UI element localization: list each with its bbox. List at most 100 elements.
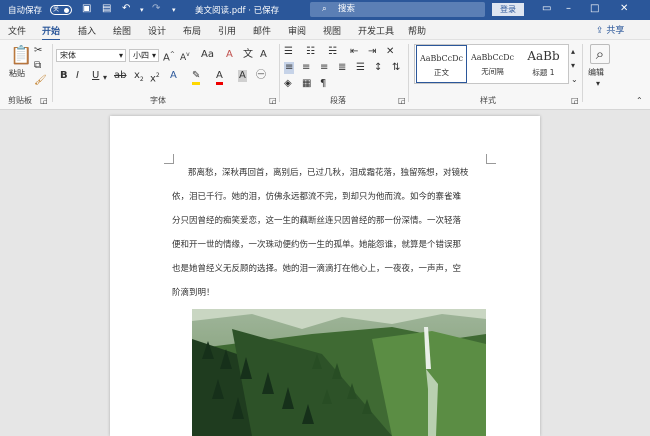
- maximize-icon[interactable]: □: [590, 3, 599, 14]
- redo-icon[interactable]: ↷: [152, 3, 160, 14]
- save-icon[interactable]: ▣: [82, 3, 91, 14]
- tab-mailings[interactable]: 邮件: [253, 24, 271, 37]
- tab-view[interactable]: 视图: [323, 24, 341, 37]
- divider: [582, 44, 583, 102]
- change-case-icon[interactable]: Aa: [201, 49, 214, 61]
- ribbon-home: 📋 粘贴 ✂ ⧉ 🖌 剪贴板 ◲ 宋体 ▾ 小四 ▾ A^ Av Aa A 文 A …: [0, 40, 650, 110]
- style-normal[interactable]: AaBbCcDc 正文: [416, 45, 467, 83]
- page-icon[interactable]: ▤: [102, 3, 111, 14]
- copy-icon[interactable]: ⧉: [34, 60, 41, 72]
- cut-icon[interactable]: ✂: [34, 45, 42, 57]
- font-name-select[interactable]: 宋体 ▾: [56, 49, 126, 62]
- text-line[interactable]: 也是她曾经义无反顾的选择。她的泪一滴滴打在他心上，一夜夜，一声声，空: [172, 262, 461, 274]
- font-color-icon[interactable]: A: [216, 70, 223, 85]
- title-bar: 自动保存 关 ▣ ▤ ↶ ▾ ↷ ▾ 美文阅读.pdf · 已保存 ⌕ 搜索 登…: [0, 0, 650, 20]
- tab-help[interactable]: 帮助: [408, 24, 426, 37]
- clipboard-launcher-icon[interactable]: ◲: [40, 95, 48, 107]
- chevron-down-icon[interactable]: ▾: [103, 72, 107, 84]
- highlight-icon[interactable]: ✎: [192, 70, 201, 85]
- style-sample: AaBbCcDc: [419, 54, 464, 63]
- style-heading1[interactable]: AaBb 标题 1: [518, 45, 569, 83]
- landscape-image[interactable]: [192, 309, 486, 436]
- login-button[interactable]: 登录: [492, 3, 524, 16]
- autosave-label: 自动保存: [8, 6, 43, 16]
- distributed-icon[interactable]: ☰: [356, 62, 365, 74]
- char-border-icon[interactable]: A: [260, 49, 267, 61]
- style-sample: AaBbCcDc: [470, 53, 515, 62]
- tab-design[interactable]: 设计: [148, 24, 166, 37]
- text-line[interactable]: 那离愁，深秋再回首，离别后，已过几秋，泪成霜花落，独留殇想，对镜枝: [188, 166, 469, 178]
- superscript-icon[interactable]: x2: [150, 70, 160, 85]
- tab-draw[interactable]: 绘图: [113, 24, 131, 37]
- text-effects-icon[interactable]: A: [170, 70, 177, 82]
- phonetic-guide-icon[interactable]: 文: [243, 49, 253, 61]
- tab-review[interactable]: 审阅: [288, 24, 306, 37]
- style-sample: AaBb: [527, 49, 560, 63]
- shrink-font-icon[interactable]: Av: [180, 49, 190, 64]
- grow-font-icon[interactable]: A^: [163, 49, 175, 64]
- font-size-select[interactable]: 小四 ▾: [129, 49, 159, 62]
- undo-dropdown-icon[interactable]: ▾: [140, 6, 144, 14]
- decrease-indent-icon[interactable]: ⇤: [350, 46, 358, 58]
- editing-icon[interactable]: ⌕: [590, 44, 610, 64]
- styles-scroll-down-icon[interactable]: ▾: [571, 60, 575, 72]
- clipboard-group-label: 剪贴板: [8, 96, 32, 105]
- enclose-char-icon[interactable]: ㊀: [256, 70, 266, 82]
- text-line[interactable]: 依，泪已千行。她的泪，仿佛永远都流不完，到却只为他而流。如今的寨雀难: [172, 190, 461, 202]
- align-center-icon[interactable]: ≡: [302, 62, 310, 74]
- paste-icon[interactable]: 📋: [10, 46, 32, 66]
- text-line[interactable]: 分只因曾经的痴笑爱恋，这一生的藕断丝连只因曾经的那一份深情。一次轻落: [172, 214, 461, 226]
- shading-icon[interactable]: ◈: [284, 78, 292, 90]
- text-line[interactable]: 便和开一世的情缘，一次珠动便约伤一生的孤单。她能怨谁，就算是个错误那: [172, 238, 461, 250]
- paragraph-launcher-icon[interactable]: ◲: [398, 95, 406, 107]
- format-painter-icon[interactable]: 🖌: [34, 75, 47, 87]
- font-launcher-icon[interactable]: ◲: [269, 95, 277, 107]
- tab-layout[interactable]: 布局: [183, 24, 201, 37]
- line-spacing-icon[interactable]: ↕: [374, 62, 382, 74]
- tab-developer[interactable]: 开发工具: [358, 24, 394, 37]
- align-right-icon[interactable]: ≡: [320, 62, 328, 74]
- styles-more-icon[interactable]: ⌄: [571, 74, 578, 86]
- styles-scroll-up-icon[interactable]: ▴: [571, 46, 575, 58]
- font-name-value: 宋体: [60, 51, 76, 60]
- tab-references[interactable]: 引用: [218, 24, 236, 37]
- show-marks-icon[interactable]: ¶: [320, 78, 326, 90]
- customize-qat-icon[interactable]: ▾: [172, 6, 176, 14]
- numbering-icon[interactable]: ☷: [306, 46, 315, 58]
- search-box[interactable]: ⌕ 搜索: [310, 2, 485, 17]
- autosave-toggle[interactable]: 关: [50, 5, 72, 15]
- align-left-icon[interactable]: ≡: [284, 62, 295, 74]
- collapse-ribbon-icon[interactable]: ⌃: [636, 95, 643, 107]
- styles-launcher-icon[interactable]: ◲: [571, 95, 579, 107]
- char-shading-icon[interactable]: A: [238, 70, 247, 82]
- underline-icon[interactable]: U: [92, 70, 99, 82]
- clear-format-icon[interactable]: A: [226, 49, 233, 61]
- document-title[interactable]: 美文阅读.pdf · 已保存: [195, 4, 279, 16]
- bold-icon[interactable]: B: [60, 70, 68, 82]
- text-line[interactable]: 阶滴到明！: [172, 286, 215, 298]
- undo-icon[interactable]: ↶: [122, 3, 130, 14]
- justify-icon[interactable]: ≣: [338, 62, 346, 74]
- multilevel-list-icon[interactable]: ☵: [328, 46, 337, 58]
- divider: [279, 44, 280, 102]
- tab-file[interactable]: 文件: [8, 24, 26, 37]
- strikethrough-icon[interactable]: ab: [114, 70, 126, 82]
- chevron-down-icon[interactable]: ▾: [596, 78, 600, 90]
- chevron-down-icon: ▾: [151, 51, 156, 60]
- paste-button[interactable]: 粘贴: [9, 68, 25, 80]
- sort-icon[interactable]: ⇅: [392, 62, 400, 74]
- minimize-icon[interactable]: –: [566, 3, 571, 14]
- share-button[interactable]: ⇪ 共享: [596, 23, 624, 36]
- tab-home[interactable]: 开始: [42, 24, 61, 41]
- ribbon-display-icon[interactable]: ▭: [542, 3, 551, 14]
- chinese-layout-icon[interactable]: ✕: [386, 46, 394, 58]
- style-no-spacing[interactable]: AaBbCcDc 无间隔: [467, 45, 518, 83]
- close-icon[interactable]: ✕: [620, 3, 628, 14]
- italic-icon[interactable]: I: [76, 70, 79, 82]
- borders-icon[interactable]: ▦: [302, 78, 311, 90]
- tab-insert[interactable]: 插入: [78, 24, 96, 37]
- document-page[interactable]: 那离愁，深秋再回首，离别后，已过几秋，泪成霜花落，独留殇想，对镜枝 依，泪已千行…: [110, 116, 540, 436]
- bullets-icon[interactable]: ☰: [284, 46, 293, 58]
- increase-indent-icon[interactable]: ⇥: [368, 46, 376, 58]
- subscript-icon[interactable]: x2: [134, 70, 144, 86]
